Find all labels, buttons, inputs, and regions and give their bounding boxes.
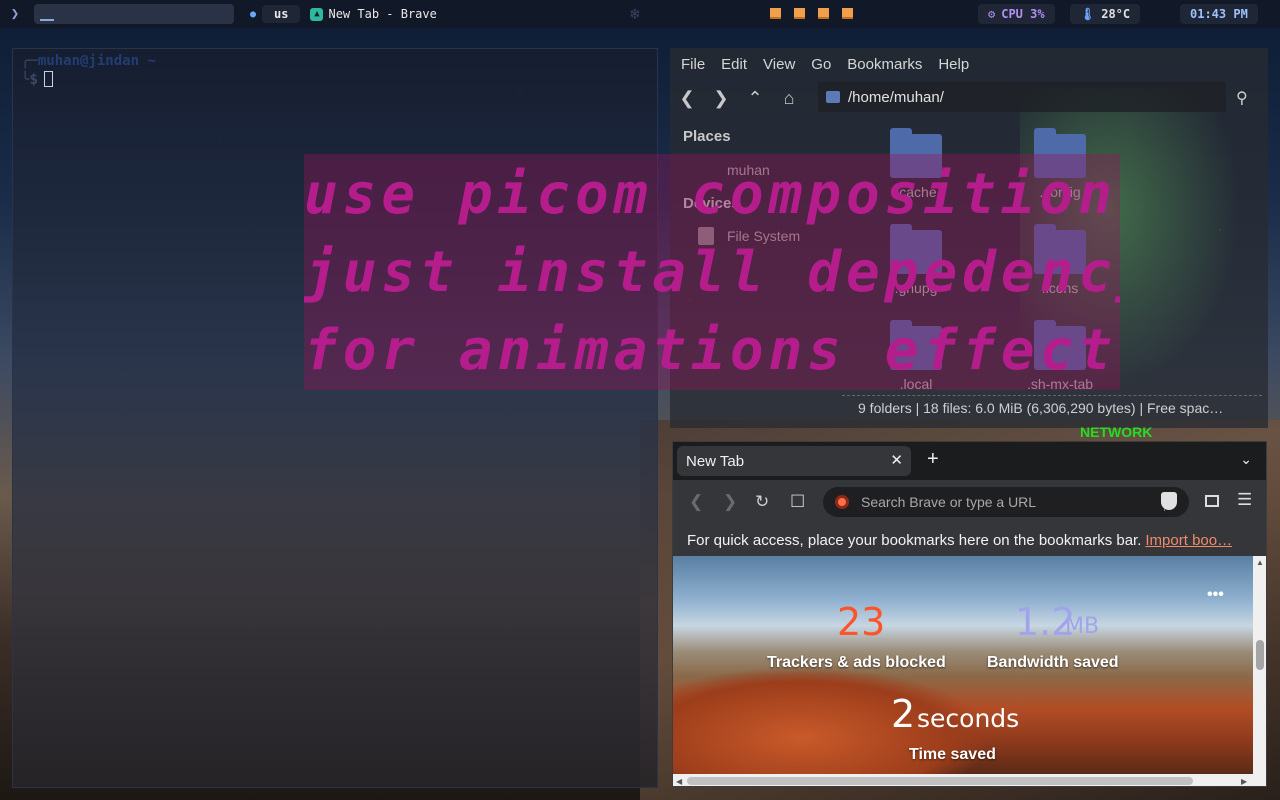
scroll-right-icon[interactable]: ▶ [1241, 777, 1247, 786]
horizontal-scroll-thumb[interactable] [687, 777, 1193, 785]
menu-bar: File Edit View Go Bookmarks Help [670, 48, 1268, 80]
temperature-widget: 🌡 28°C [1070, 4, 1141, 24]
time-unit: seconds [917, 704, 1020, 733]
forward-icon[interactable]: ❯ [723, 492, 737, 512]
caption-overlay: use picom composition just install deped… [304, 154, 1120, 390]
workspace-square[interactable] [842, 8, 853, 19]
vertical-scroll-thumb[interactable] [1256, 640, 1264, 670]
trackers-count: 23 [837, 600, 886, 644]
tab-title: New Tab [686, 452, 745, 470]
menu-view[interactable]: View [763, 56, 795, 73]
reload-icon[interactable]: ↻ [755, 492, 769, 512]
workspace-square[interactable] [818, 8, 829, 19]
new-tab-page: ••• 23 Trackers & ads blocked 1.2 MB Ban… [673, 556, 1253, 774]
active-window: ▲ New Tab - Brave [310, 7, 437, 21]
tab-search-chevron-icon[interactable]: ⌄ [1240, 451, 1252, 468]
workspace-cursor [40, 19, 54, 21]
scroll-up-icon[interactable]: ▲ [1256, 558, 1264, 567]
conky-network-label: NETWORK [1080, 424, 1153, 440]
brave-shields-icon[interactable] [1161, 492, 1177, 510]
bandwidth-label: Bandwidth saved [987, 654, 1119, 671]
temperature-value: 28°C [1101, 7, 1131, 21]
forward-icon[interactable]: ❯ [704, 88, 738, 109]
caption-line-2: just install depedency [304, 240, 1120, 305]
sidebar-toggle-icon[interactable] [1205, 495, 1219, 507]
cpu-icon: ⚙ [988, 7, 996, 21]
caption-line-3: for animations effect [304, 318, 1118, 383]
menu-bookmarks[interactable]: Bookmarks [847, 56, 922, 73]
bookmarks-hint: For quick access, place your bookmarks h… [687, 531, 1142, 549]
top-panel: ❯ ● us ▲ New Tab - Brave ❄ ⚙ CPU 3% 🌡 28… [0, 0, 1280, 28]
menu-file[interactable]: File [681, 56, 705, 73]
bookmarks-bar: For quick access, place your bookmarks h… [673, 524, 1266, 556]
brave-app-icon: ▲ [310, 7, 324, 21]
clock-widget: 01:43 PM [1180, 4, 1258, 24]
arch-launcher-icon[interactable]: ❯ [0, 6, 30, 22]
workspace-dot-icon: ● [250, 8, 257, 20]
navigation-toolbar: ❮ ❯ ⌃ ⌂ /home/muhan/ ⚲ [670, 82, 1268, 114]
folder-location-icon [826, 91, 840, 103]
browser-toolbar: ❮ ❯ ↻ ☐ Search Brave or type a URL ☰ [673, 480, 1266, 524]
bookmark-icon[interactable]: ☐ [790, 492, 805, 512]
horizontal-scrollbar[interactable]: ◀ ▶ [673, 774, 1266, 786]
places-heading: Places [683, 128, 731, 145]
cpu-usage: CPU 3% [1001, 7, 1045, 21]
scroll-left-icon[interactable]: ◀ [676, 777, 682, 786]
back-icon[interactable]: ❮ [689, 492, 703, 512]
prompt-dir: ~ [147, 53, 156, 69]
workspace-squares [770, 8, 853, 19]
more-options-icon[interactable]: ••• [1207, 586, 1224, 604]
clock-time: 01:43 PM [1190, 7, 1248, 21]
search-icon[interactable]: ⚲ [1236, 88, 1248, 108]
thermometer-icon: 🌡 [1080, 7, 1096, 21]
prompt-user: muhan@jindan [37, 53, 140, 69]
prompt-symbol: $ [29, 72, 38, 88]
close-tab-icon[interactable]: ✕ [890, 451, 903, 469]
terminal-prompt-line: ╭─muhan@jindan ~ [21, 53, 156, 69]
workspace-square[interactable] [794, 8, 805, 19]
brave-browser-window: New Tab ✕ + ⌄ ❮ ❯ ↻ ☐ Search Brave or ty… [672, 441, 1267, 787]
caption-line-1: use picom composition [304, 162, 1118, 227]
home-icon[interactable]: ⌂ [772, 88, 806, 109]
menu-edit[interactable]: Edit [721, 56, 747, 73]
back-icon[interactable]: ❮ [670, 88, 704, 109]
vertical-scrollbar[interactable]: ▲ [1253, 556, 1266, 774]
new-tab-icon[interactable]: + [927, 448, 939, 471]
brave-search-icon [835, 495, 849, 509]
workspace-square[interactable] [770, 8, 781, 19]
menu-help[interactable]: Help [938, 56, 969, 73]
tab-new-tab[interactable]: New Tab ✕ [677, 446, 911, 476]
path-text: /home/muhan/ [848, 88, 944, 106]
trackers-label: Trackers & ads blocked [767, 654, 946, 671]
center-logo-icon: ❄ [630, 4, 640, 23]
status-bar: 9 folders | 18 files: 6.0 MiB (6,306,290… [858, 400, 1224, 416]
terminal-input-line[interactable]: ╰$ [21, 71, 53, 88]
hamburger-menu-icon[interactable]: ☰ [1237, 490, 1252, 510]
terminal-cursor [43, 71, 53, 87]
menu-go[interactable]: Go [811, 56, 831, 73]
time-label: Time saved [909, 746, 996, 763]
address-bar[interactable]: Search Brave or type a URL [823, 487, 1189, 517]
time-value: 2 [891, 692, 916, 736]
keyboard-layout[interactable]: us [262, 5, 301, 23]
workspace-indicator[interactable] [34, 4, 234, 24]
address-placeholder: Search Brave or type a URL [861, 494, 1037, 510]
tab-strip: New Tab ✕ + ⌄ [673, 442, 1266, 480]
bandwidth-unit: MB [1065, 614, 1100, 639]
active-window-title: New Tab - Brave [328, 7, 437, 21]
up-icon[interactable]: ⌃ [738, 88, 772, 109]
import-bookmarks-link[interactable]: Import boo… [1145, 532, 1232, 549]
path-bar[interactable]: /home/muhan/ [818, 82, 1226, 112]
cpu-widget: ⚙ CPU 3% [978, 4, 1055, 24]
